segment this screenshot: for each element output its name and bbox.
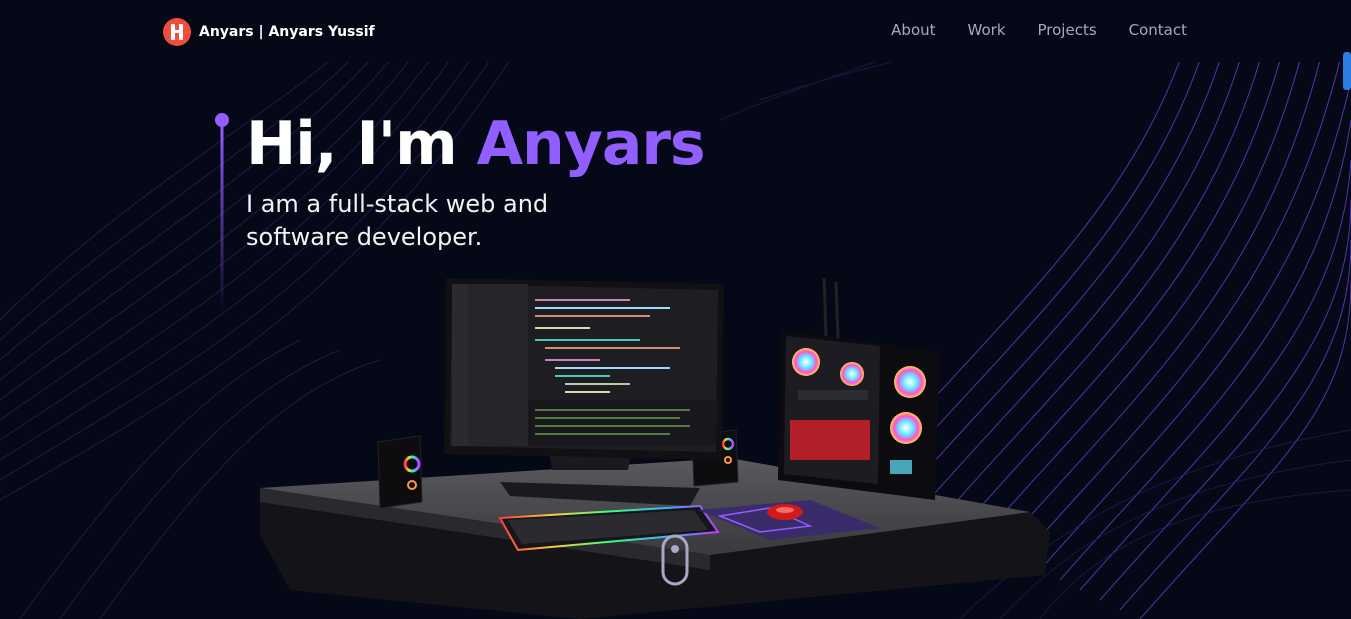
brand-link[interactable]: Anyars | Anyars Yussif xyxy=(163,18,375,46)
nav-link-projects[interactable]: Projects xyxy=(1038,21,1097,39)
mouse-scroll-icon[interactable] xyxy=(661,534,689,586)
left-speaker xyxy=(377,435,423,509)
hero-title: Hi, I'm Anyars xyxy=(246,108,706,180)
logo-h-icon xyxy=(163,18,191,46)
scrollbar-thumb[interactable] xyxy=(1343,52,1351,90)
nav-links: About Work Projects Contact xyxy=(891,21,1187,39)
pc-tower xyxy=(778,277,940,500)
page: Anyars | Anyars Yussif About Work Projec… xyxy=(0,0,1351,619)
nav-link-work[interactable]: Work xyxy=(968,21,1006,39)
hero-subtitle: I am a full-stack web and software devel… xyxy=(246,190,549,251)
hero-name: Anyars xyxy=(476,109,706,179)
nav-link-contact[interactable]: Contact xyxy=(1129,21,1187,39)
computer-desk-illustration xyxy=(260,277,1050,619)
brand-name: Anyars | Anyars Yussif xyxy=(199,24,375,40)
hero-greeting: Hi, I'm xyxy=(246,109,458,179)
navbar: Anyars | Anyars Yussif About Work Projec… xyxy=(0,0,1351,62)
hero-accent-line xyxy=(215,113,229,316)
nav-link-about[interactable]: About xyxy=(891,21,935,39)
